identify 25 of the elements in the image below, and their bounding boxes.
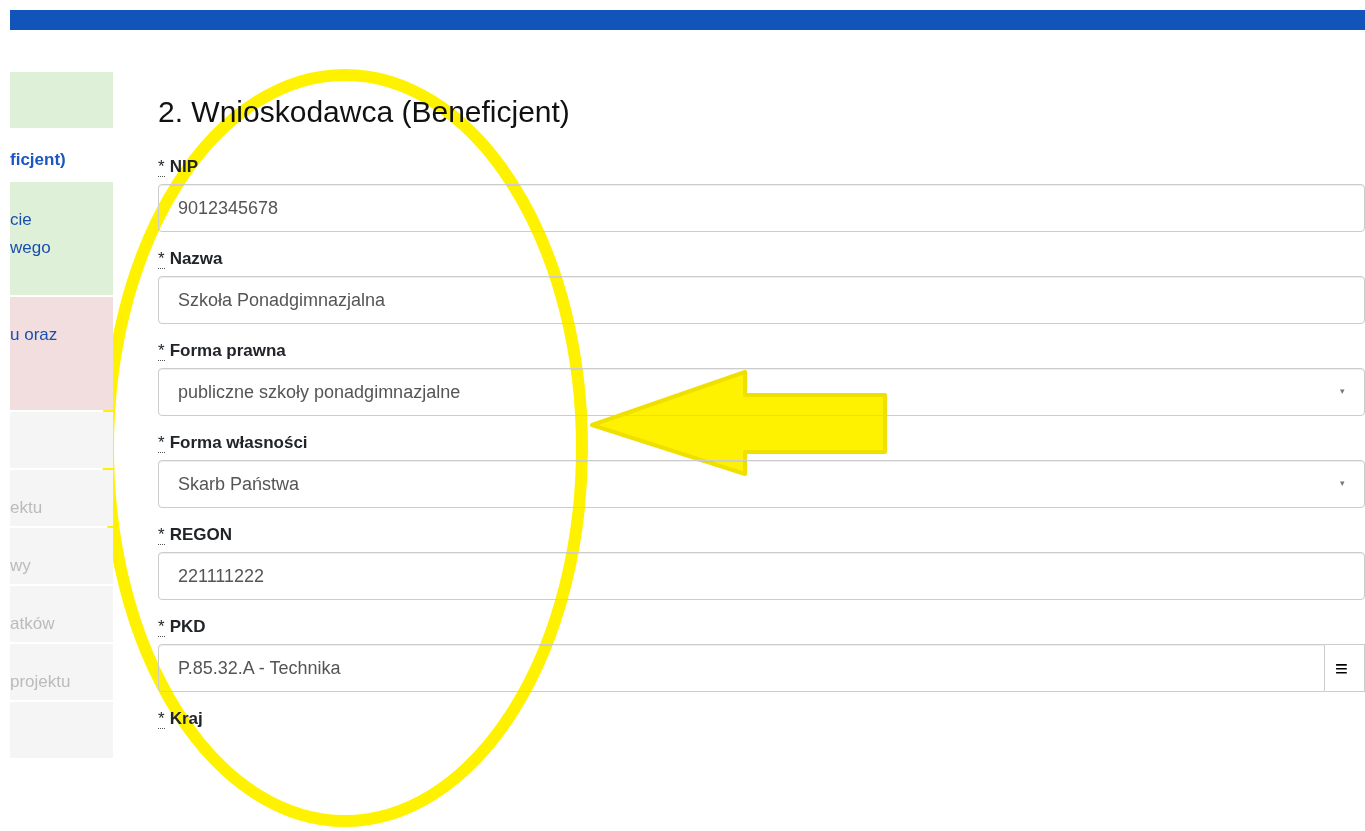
input-field[interactable]: 9012345678 [158,184,1365,232]
select-field[interactable]: publiczne szkoły ponadgimnazjalne ▾ [158,368,1365,416]
field-label: Forma prawna [169,341,286,360]
field-label: REGON [169,525,232,544]
input-field[interactable]: Szkoła Ponadgimnazjalna [158,276,1365,324]
field-label: Forma własności [169,433,308,452]
field-label: PKD [169,617,206,636]
input-field[interactable]: 221111222 [158,552,1365,600]
required-mark: * [158,341,165,361]
required-mark: * [158,157,165,177]
sidebar-item[interactable]: cie wego [10,182,113,295]
required-mark: * [158,709,165,729]
list-button[interactable]: ≡ [1325,644,1365,692]
field-label: Nazwa [169,249,223,268]
required-mark: * [158,617,165,637]
caret-icon: ▾ [1340,385,1345,399]
caret-icon: ▾ [1340,477,1345,491]
input-field[interactable]: P.85.32.A - Technika [158,644,1325,692]
sidebar-item[interactable] [10,72,113,128]
required-mark: * [158,249,165,269]
sidebar-item[interactable]: u oraz [10,297,113,410]
required-mark: * [158,433,165,453]
required-mark: * [158,525,165,545]
select-field[interactable]: Skarb Państwa ▾ [158,460,1365,508]
sidebar-item[interactable] [10,412,113,468]
